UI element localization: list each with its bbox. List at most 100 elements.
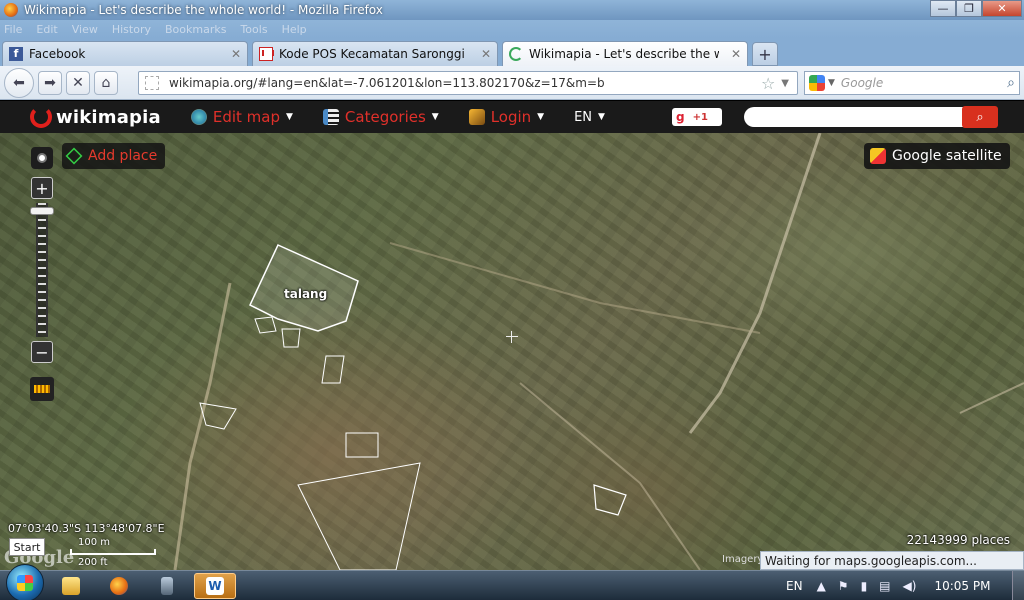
add-place-button[interactable]: Add place xyxy=(62,143,166,169)
zoom-control: + − xyxy=(30,177,54,367)
window-titlebar: Wikimapia - Let's describe the whole wor… xyxy=(0,0,1024,20)
phone-icon xyxy=(161,576,173,595)
map-polygon xyxy=(593,484,627,516)
ruler-button[interactable] xyxy=(30,377,54,401)
wikimapia-menu: Edit map ▼ Categories ▼ Login ▼ EN ▼ xyxy=(190,108,605,126)
zoom-out-button[interactable]: − xyxy=(31,341,53,363)
address-bar[interactable]: wikimapia.org/#lang=en&lat=-7.061201&lon… xyxy=(138,71,798,95)
login-menu[interactable]: Login ▼ xyxy=(468,108,544,126)
search-icon[interactable]: ⌕ xyxy=(1007,75,1015,91)
map-label-talang[interactable]: talang xyxy=(284,287,327,301)
forward-button[interactable]: ➡ xyxy=(38,70,62,95)
google-engine-icon[interactable] xyxy=(809,75,825,91)
menu-file[interactable]: File xyxy=(4,23,22,36)
url-text[interactable]: wikimapia.org/#lang=en&lat=-7.061201&lon… xyxy=(169,76,761,90)
ruler-icon xyxy=(34,385,50,393)
tab-label: Wikimapia - Let's describe the whole w..… xyxy=(529,47,719,61)
map-layer-label: Google satellite xyxy=(892,148,1002,164)
close-tab-icon[interactable]: ✕ xyxy=(481,47,491,61)
imagery-credit[interactable]: Imagery xyxy=(722,554,763,565)
volume-icon[interactable]: ◀) xyxy=(903,579,917,593)
taskbar-phone-app[interactable] xyxy=(146,573,188,599)
crosshair-icon xyxy=(506,331,518,343)
taskbar-explorer[interactable] xyxy=(50,573,92,599)
clock[interactable]: 10:05 PM xyxy=(934,579,990,593)
windows-logo-icon xyxy=(17,574,33,591)
input-language[interactable]: EN xyxy=(786,579,803,593)
browser-search-box[interactable]: ▼ Google ⌕ xyxy=(804,71,1020,95)
wikimapia-header: wikimapia Edit map ▼ Categories ▼ Login … xyxy=(0,101,1024,133)
network-icon[interactable]: ▤ xyxy=(879,579,890,593)
edit-map-menu[interactable]: Edit map ▼ xyxy=(190,108,293,126)
language-selector[interactable]: EN ▼ xyxy=(574,110,605,125)
home-button[interactable]: ⌂ xyxy=(94,70,118,95)
home-icon: ⌂ xyxy=(101,74,111,91)
bookmark-star-icon[interactable]: ☆ xyxy=(761,74,775,93)
tab-wikimapia[interactable]: Wikimapia - Let's describe the whole w..… xyxy=(502,41,748,66)
chevron-down-icon[interactable]: ▼ xyxy=(828,78,835,88)
menu-edit[interactable]: Edit xyxy=(36,23,57,36)
browser-status-bar: Waiting for maps.googleapis.com... xyxy=(760,551,1024,570)
edit-map-label: Edit map xyxy=(212,108,280,126)
wikimapia-logo-icon xyxy=(30,106,52,128)
google-plus-icon: g xyxy=(676,110,685,124)
menu-tools[interactable]: Tools xyxy=(240,23,267,36)
facebook-icon: f xyxy=(9,47,23,61)
maximize-button[interactable]: ❐ xyxy=(956,0,982,17)
google-maps-icon xyxy=(870,148,886,164)
google-plus-one-button[interactable]: g +1 xyxy=(672,108,722,126)
action-center-flag-icon[interactable]: ⚑ xyxy=(838,579,849,593)
close-window-button[interactable]: ✕ xyxy=(982,0,1022,17)
categories-menu[interactable]: Categories ▼ xyxy=(322,108,439,126)
firefox-icon xyxy=(4,3,18,17)
menu-history[interactable]: History xyxy=(112,23,151,36)
map-polygon xyxy=(345,432,379,458)
wikimapia-logo[interactable]: wikimapia xyxy=(30,106,161,128)
search-placeholder[interactable]: Google xyxy=(841,76,1007,90)
show-desktop-button[interactable] xyxy=(1012,571,1024,600)
menu-bookmarks[interactable]: Bookmarks xyxy=(165,23,226,36)
close-tab-icon[interactable]: ✕ xyxy=(731,47,741,61)
window-controls: — ❐ ✕ xyxy=(930,0,1022,17)
taskbar-word[interactable]: W xyxy=(194,572,236,599)
chevron-down-icon: ▼ xyxy=(431,112,439,122)
back-button[interactable]: ⬅ xyxy=(4,67,34,98)
map-polygon xyxy=(254,316,277,334)
scale-imperial: 200 ft xyxy=(78,557,108,568)
zoom-slider-track[interactable] xyxy=(36,203,48,337)
globe-edit-icon xyxy=(190,109,207,125)
coordinates-readout: 07°03'40.3"S 113°48'07.8"E xyxy=(8,522,165,535)
map-layer-button[interactable]: Google satellite xyxy=(864,143,1010,169)
login-icon xyxy=(468,109,485,125)
start-button[interactable] xyxy=(6,563,44,600)
location-button[interactable] xyxy=(31,147,53,169)
stop-button[interactable]: ✕ xyxy=(66,70,90,95)
tab-bar: f Facebook ✕ Kode POS Kecamatan Saronggi… xyxy=(0,38,1024,66)
menu-help[interactable]: Help xyxy=(282,23,307,36)
chevron-down-icon[interactable]: ▼ xyxy=(781,78,789,89)
wikimapia-search-input[interactable] xyxy=(744,107,996,127)
minimize-button[interactable]: — xyxy=(930,0,956,17)
firefox-icon xyxy=(110,576,128,595)
windows-taskbar: W EN ▲ ⚑ ▮ ▤ ◀) 10:05 PM xyxy=(0,563,1024,600)
map-polygon xyxy=(281,328,301,348)
tab-facebook[interactable]: f Facebook ✕ xyxy=(2,41,248,66)
menu-view[interactable]: View xyxy=(72,23,98,36)
satellite-map[interactable]: talang Add place Google satellite + − 07… xyxy=(0,133,1024,570)
new-tab-button[interactable]: + xyxy=(752,42,778,66)
site-identity-icon[interactable] xyxy=(145,76,159,90)
stop-icon: ✕ xyxy=(72,74,84,91)
tab-kode-pos[interactable]: Kode POS Kecamatan Saronggi Kab. Su... ✕ xyxy=(252,41,498,66)
map-polygon xyxy=(297,462,421,570)
zoom-slider-handle[interactable] xyxy=(30,207,54,215)
wikimapia-icon xyxy=(509,47,523,61)
show-hidden-icons[interactable]: ▲ xyxy=(817,579,826,593)
categories-label: Categories xyxy=(344,108,426,126)
target-icon xyxy=(37,153,47,163)
wikimapia-search-button[interactable]: ⌕ xyxy=(962,106,998,128)
battery-icon[interactable]: ▮ xyxy=(861,579,868,593)
taskbar-firefox[interactable] xyxy=(98,573,140,599)
chevron-down-icon: ▼ xyxy=(598,112,605,122)
close-tab-icon[interactable]: ✕ xyxy=(231,47,241,61)
zoom-in-button[interactable]: + xyxy=(31,177,53,199)
